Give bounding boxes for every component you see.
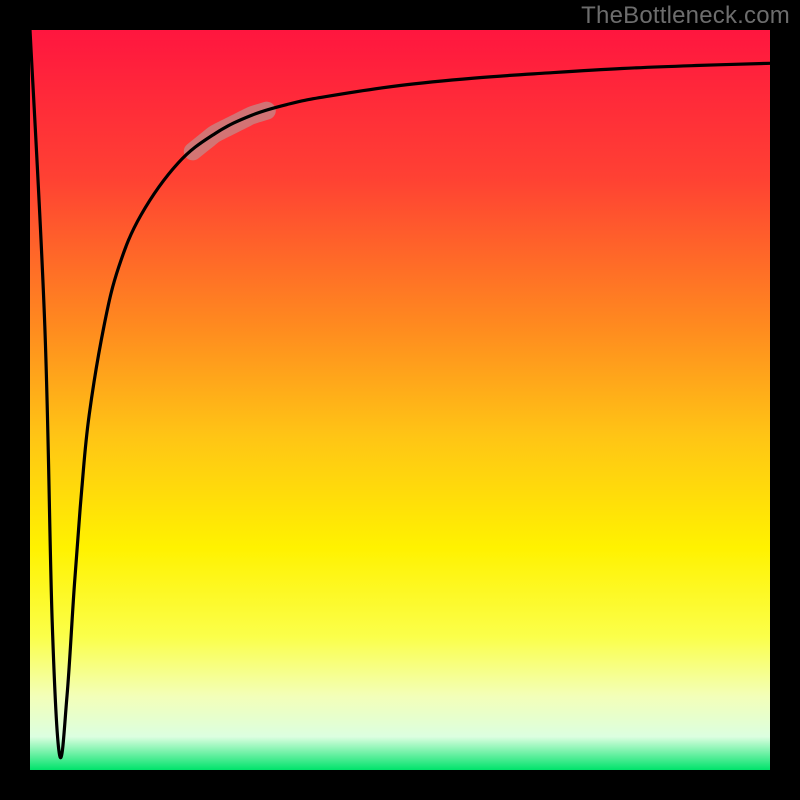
bottleneck-chart — [0, 0, 800, 800]
chart-container: TheBottleneck.com — [0, 0, 800, 800]
frame-right — [770, 0, 800, 800]
watermark-text: TheBottleneck.com — [581, 2, 790, 30]
frame-bottom — [0, 770, 800, 800]
plot-gradient-background — [30, 30, 770, 770]
frame-left — [0, 0, 30, 800]
